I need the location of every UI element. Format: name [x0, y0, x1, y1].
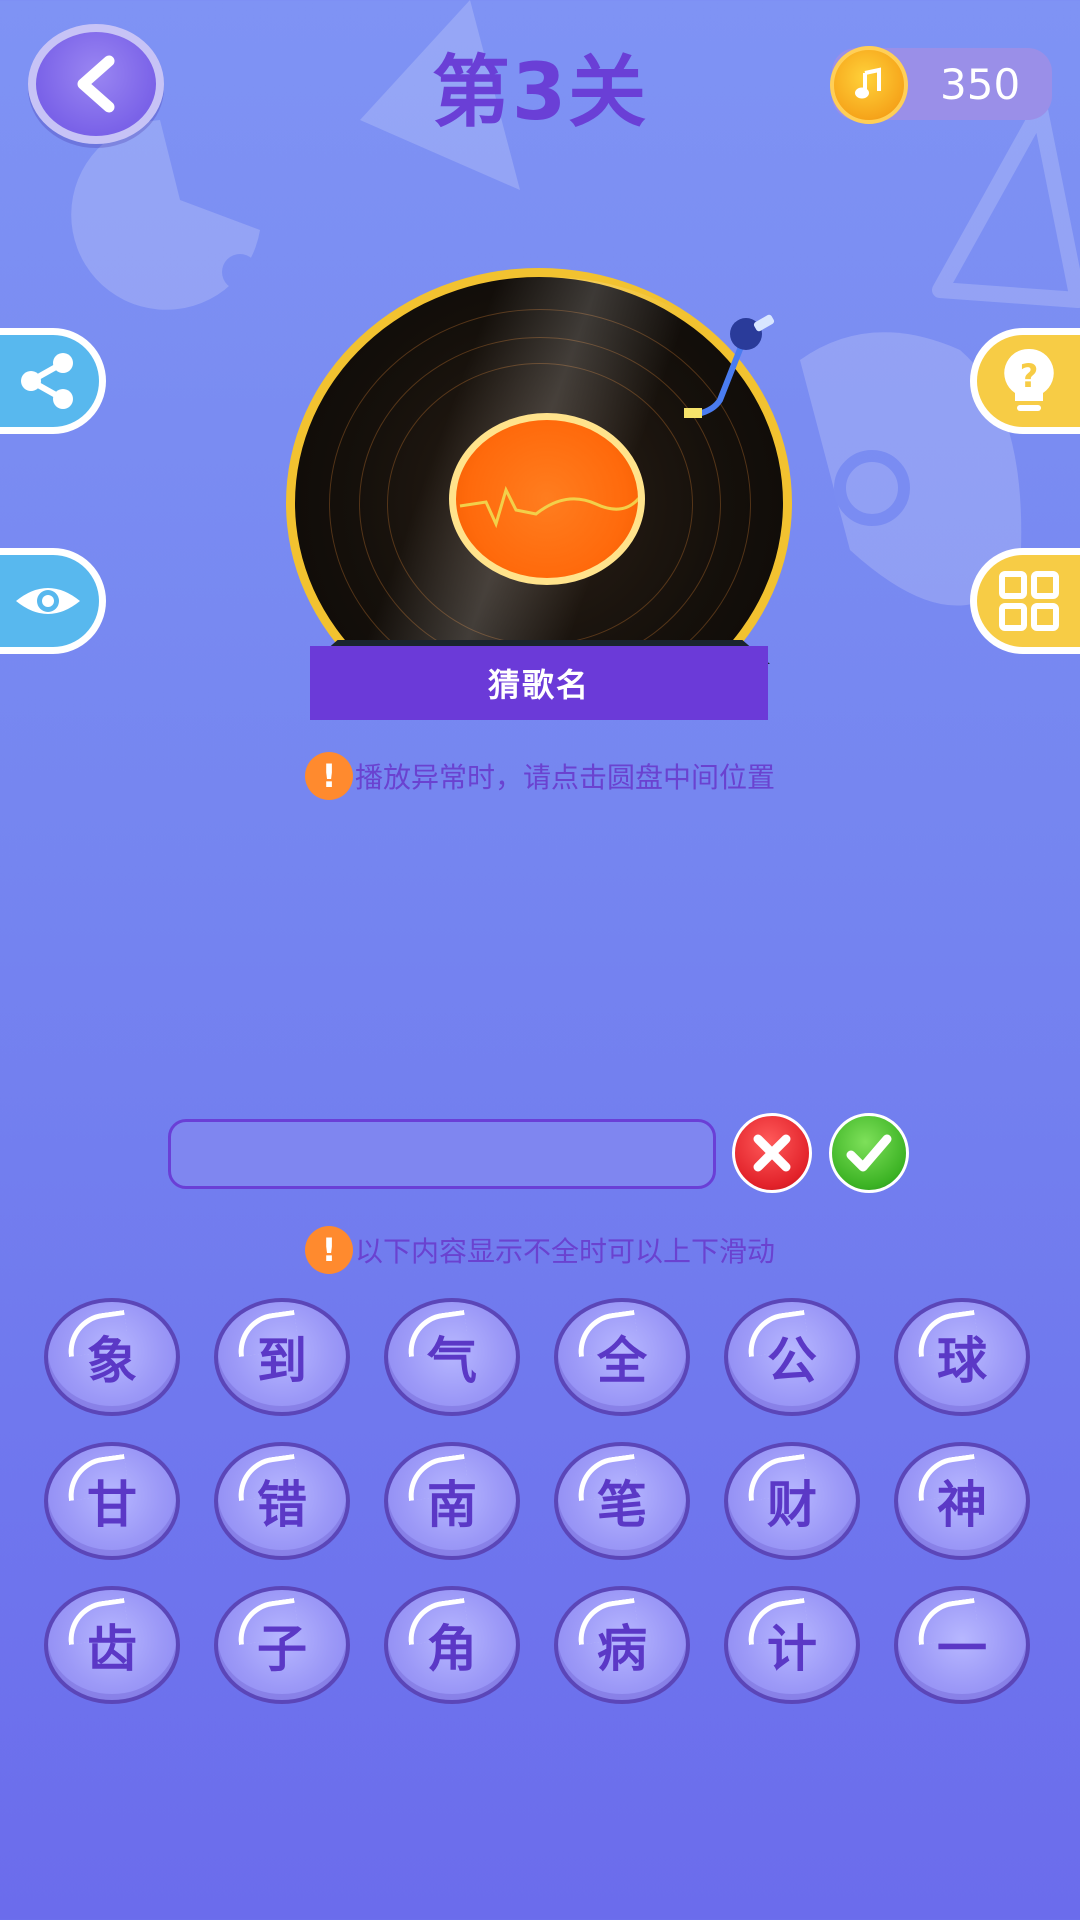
- submit-button[interactable]: [829, 1113, 909, 1193]
- character-key[interactable]: 象: [44, 1298, 180, 1416]
- answer-input[interactable]: [168, 1119, 716, 1189]
- character-key-grid: 象 到 气 全 公 球 甘 错 南 笔 财 神 齿 子 角 病 计 一: [44, 1298, 1034, 1704]
- character-key[interactable]: 神: [894, 1442, 1030, 1560]
- share-icon: [20, 353, 73, 409]
- tonearm-icon: [684, 314, 775, 418]
- character-key[interactable]: 甘: [44, 1442, 180, 1560]
- svg-text:?: ?: [1019, 357, 1038, 395]
- character-key[interactable]: 角: [384, 1586, 520, 1704]
- character-key[interactable]: 一: [894, 1586, 1030, 1704]
- character-key[interactable]: 气: [384, 1298, 520, 1416]
- coin-counter: 350: [830, 46, 1052, 124]
- character-key[interactable]: 公: [724, 1298, 860, 1416]
- share-button[interactable]: [0, 328, 106, 434]
- hint-button[interactable]: ?: [970, 328, 1080, 434]
- character-key[interactable]: 财: [724, 1442, 860, 1560]
- lightbulb-question-icon: ?: [1003, 348, 1054, 411]
- character-key[interactable]: 笔: [554, 1442, 690, 1560]
- character-key[interactable]: 计: [724, 1586, 860, 1704]
- eye-icon: [15, 588, 80, 614]
- character-key[interactable]: 齿: [44, 1586, 180, 1704]
- character-key[interactable]: 到: [214, 1298, 350, 1416]
- character-key[interactable]: 错: [214, 1442, 350, 1560]
- scroll-tip: ! 以下内容显示不全时可以上下滑动: [0, 1226, 1080, 1274]
- character-key[interactable]: 球: [894, 1298, 1030, 1416]
- character-key[interactable]: 南: [384, 1442, 520, 1560]
- character-key[interactable]: 子: [214, 1586, 350, 1704]
- character-key[interactable]: 病: [554, 1586, 690, 1704]
- warning-icon: !: [304, 752, 353, 800]
- record-center-label[interactable]: [449, 413, 645, 585]
- clear-button[interactable]: [732, 1113, 812, 1193]
- play-issue-text: 播放异常时，请点击圆盘中间位置: [354, 761, 775, 794]
- coin-value: 350: [940, 60, 1021, 109]
- scroll-tip-text: 以下内容显示不全时可以上下滑动: [354, 1235, 775, 1268]
- character-key[interactable]: 全: [554, 1298, 690, 1416]
- check-icon: [846, 1134, 892, 1172]
- play-issue-tip: ! 播放异常时，请点击圆盘中间位置: [0, 752, 1080, 800]
- view-button[interactable]: [0, 548, 106, 654]
- warning-icon: !: [304, 1226, 353, 1274]
- grid-icon: [998, 571, 1059, 631]
- menu-button[interactable]: [970, 548, 1080, 654]
- music-note-coin-icon: [830, 46, 908, 124]
- mode-banner: 猜歌名: [310, 646, 768, 720]
- x-icon: [753, 1134, 791, 1172]
